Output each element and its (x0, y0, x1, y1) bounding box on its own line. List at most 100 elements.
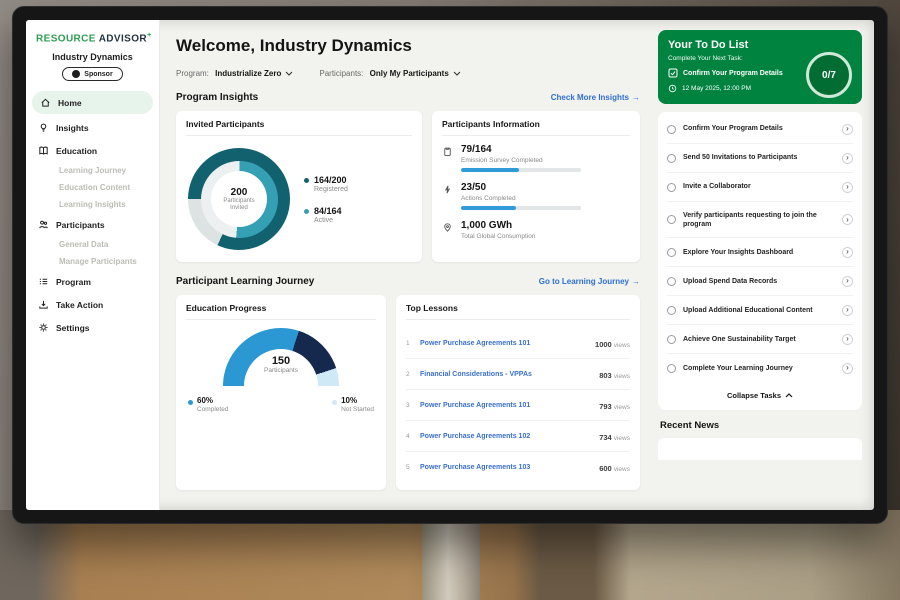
legend-dot (304, 209, 309, 214)
sidebar-item-insights[interactable]: Insights (26, 116, 159, 139)
program-select[interactable]: Industrialize Zero (215, 69, 293, 78)
task-label: Invite a Collaborator (683, 182, 835, 191)
chevron-right-icon[interactable]: › (842, 247, 853, 258)
stat-value: 1,000 GWh (461, 220, 535, 231)
lesson-title-link[interactable]: Power Purchase Agreements 102 (420, 433, 593, 440)
sidebar-nav: Home Insights Education Learning Journey… (26, 91, 159, 339)
go-to-learning-journey-link[interactable]: Go to Learning Journey → (539, 277, 640, 286)
task-row-explore-insights[interactable]: Explore Your Insights Dashboard › (667, 238, 853, 267)
todo-next-task[interactable]: Confirm Your Program Details (668, 68, 806, 78)
chevron-right-icon[interactable]: › (842, 153, 853, 164)
task-checkbox[interactable] (667, 154, 676, 163)
sidebar-item-label: Education Content (59, 183, 130, 192)
donut-inner-ring: 200 Participants Invited (201, 161, 278, 238)
sidebar-item-education-content[interactable]: Education Content (26, 179, 159, 196)
sidebar-item-label: Home (58, 98, 82, 108)
home-icon (40, 97, 51, 108)
program-filter-label: Program: (176, 69, 209, 78)
sidebar-item-settings[interactable]: Settings (26, 316, 159, 339)
task-checkbox[interactable] (667, 125, 676, 134)
lesson-row: 4 Power Purchase Agreements 102 734views (406, 421, 630, 452)
legend-label: Registered (314, 186, 348, 193)
invited-participants-card: Invited Participants 200 Participants In… (176, 111, 422, 262)
gauge-center: 150 Participants (223, 355, 339, 374)
collapse-tasks-link[interactable]: Collapse Tasks (667, 382, 853, 407)
sidebar-item-general-data[interactable]: General Data (26, 236, 159, 253)
learning-journey-cards: Education Progress 150 Participants 60% … (176, 295, 640, 490)
lesson-title-link[interactable]: Power Purchase Agreements 103 (420, 464, 593, 471)
task-label: Complete Your Learning Journey (683, 364, 835, 373)
lesson-title-link[interactable]: Financial Considerations - VPPAs (420, 371, 593, 378)
sponsor-badge[interactable]: Sponsor (62, 67, 122, 81)
link-label: Check More Insights (551, 93, 629, 102)
task-checkbox[interactable] (667, 277, 676, 286)
task-checkbox[interactable] (667, 248, 676, 257)
sidebar-item-manage-participants[interactable]: Manage Participants (26, 253, 159, 270)
sidebar-item-learning-journey[interactable]: Learning Journey (26, 162, 159, 179)
filters-bar: Program: Industrialize Zero Participants… (176, 69, 640, 78)
legend-dot (332, 400, 337, 405)
task-checkbox[interactable] (667, 364, 676, 373)
gauge-center-label: Participants (223, 367, 339, 374)
monitor-frame: RESOURCE ADVISOR+ Industry Dynamics Spon… (12, 6, 888, 524)
location-pin-icon (442, 222, 453, 233)
task-row-invite-collaborator[interactable]: Invite a Collaborator › (667, 173, 853, 202)
sidebar-item-label: Manage Participants (59, 257, 137, 266)
task-checkbox[interactable] (667, 183, 676, 192)
sidebar-item-education[interactable]: Education (26, 139, 159, 162)
lesson-views: 600 (599, 464, 612, 473)
task-row-send-invitations[interactable]: Send 50 Invitations to Participants › (667, 144, 853, 173)
sidebar-item-participants[interactable]: Participants (26, 213, 159, 236)
task-checkbox[interactable] (667, 335, 676, 344)
participants-information-card: Participants Information 79/164 Emission… (432, 111, 640, 262)
lesson-views-label: views (614, 342, 630, 349)
org-name: Industry Dynamics (26, 52, 159, 62)
sidebar-item-home[interactable]: Home (32, 91, 153, 114)
participants-select[interactable]: Only My Participants (370, 69, 461, 78)
recent-news-card (658, 438, 862, 460)
task-row-verify-participants[interactable]: Verify participants requesting to join t… (667, 202, 853, 238)
lesson-rank: 5 (406, 464, 414, 471)
chevron-right-icon[interactable]: › (842, 276, 853, 287)
task-checkbox[interactable] (667, 306, 676, 315)
chevron-right-icon[interactable]: › (842, 214, 853, 225)
program-insights-cards: Invited Participants 200 Participants In… (176, 111, 640, 262)
task-label: Achieve One Sustainability Target (683, 335, 835, 344)
book-icon (38, 145, 49, 156)
progress-fill (461, 206, 516, 210)
task-row-upload-spend-data[interactable]: Upload Spend Data Records › (667, 267, 853, 296)
chevron-right-icon[interactable]: › (842, 305, 853, 316)
check-more-insights-link[interactable]: Check More Insights → (551, 93, 640, 102)
chevron-right-icon[interactable]: › (842, 363, 853, 374)
task-row-achieve-sustainability-target[interactable]: Achieve One Sustainability Target › (667, 325, 853, 354)
stat-emission-survey: 79/164 Emission Survey Completed (442, 144, 630, 172)
chevron-right-icon[interactable]: › (842, 124, 853, 135)
legend-value: 164/200 (314, 175, 348, 185)
education-progress-card: Education Progress 150 Participants 60% … (176, 295, 386, 490)
card-title: Invited Participants (186, 119, 412, 136)
recent-news-title: Recent News (660, 420, 860, 431)
app-window: RESOURCE ADVISOR+ Industry Dynamics Spon… (26, 20, 874, 510)
todo-summary-card: Your To Do List Complete Your Next Task:… (658, 30, 862, 104)
chevron-right-icon[interactable]: › (842, 334, 853, 345)
legend-label: Completed (197, 406, 228, 413)
task-label: Upload Spend Data Records (683, 277, 835, 286)
sidebar-item-learning-insights[interactable]: Learning Insights (26, 196, 159, 213)
program-select-value: Industrialize Zero (215, 69, 281, 78)
todo-title: Your To Do List (668, 39, 852, 51)
sidebar-item-program[interactable]: Program (26, 270, 159, 293)
section-title: Program Insights (176, 92, 258, 103)
task-row-confirm-program[interactable]: Confirm Your Program Details › (667, 115, 853, 144)
participants-filter: Participants: Only My Participants (319, 69, 460, 78)
task-row-complete-learning-journey[interactable]: Complete Your Learning Journey › (667, 354, 853, 382)
gear-icon (38, 322, 49, 333)
chevron-down-icon (453, 71, 461, 76)
task-checkbox[interactable] (667, 215, 676, 224)
chevron-right-icon[interactable]: › (842, 182, 853, 193)
lesson-title-link[interactable]: Power Purchase Agreements 101 (420, 340, 589, 347)
lesson-title-link[interactable]: Power Purchase Agreements 101 (420, 402, 593, 409)
sidebar-item-take-action[interactable]: Take Action (26, 293, 159, 316)
section-title: Participant Learning Journey (176, 276, 314, 287)
task-row-upload-educational-content[interactable]: Upload Additional Educational Content › (667, 296, 853, 325)
donut-center-label: Participants Invited (218, 198, 260, 212)
